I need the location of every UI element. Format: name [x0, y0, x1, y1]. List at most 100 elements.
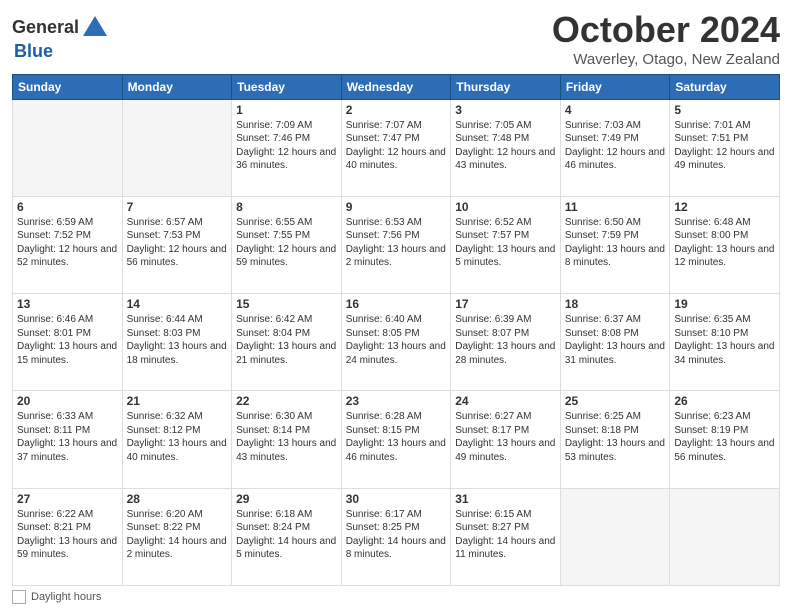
cell-info-line: Sunrise: 6:52 AM	[455, 216, 556, 230]
cell-info-line: Sunrise: 6:22 AM	[17, 508, 118, 522]
calendar-cell: 6 Sunrise: 6:59 AMSunset: 7:52 PMDaylight…	[13, 196, 123, 293]
col-header-friday: Friday	[560, 74, 670, 99]
day-number: 22	[236, 394, 337, 408]
cell-info-line: Sunset: 7:59 PM	[565, 229, 666, 243]
cell-info-line: Sunset: 7:51 PM	[674, 132, 775, 146]
calendar-cell	[13, 99, 123, 196]
day-number: 18	[565, 297, 666, 311]
cell-info-line: Sunset: 8:21 PM	[17, 521, 118, 535]
day-number: 6	[17, 200, 118, 214]
col-header-sunday: Sunday	[13, 74, 123, 99]
cell-info-line: Sunset: 7:56 PM	[346, 229, 447, 243]
cell-info-line: Daylight: 13 hours and 37 minutes.	[17, 437, 118, 464]
cell-info-line: Daylight: 13 hours and 8 minutes.	[565, 243, 666, 270]
cell-info-line: Daylight: 13 hours and 21 minutes.	[236, 340, 337, 367]
calendar-cell: 8Sunrise: 6:55 AMSunset: 7:55 PMDaylight…	[232, 196, 342, 293]
month-title: October 2024	[552, 10, 780, 50]
col-header-monday: Monday	[122, 74, 232, 99]
cell-info-line: Daylight: 13 hours and 18 minutes.	[127, 340, 228, 367]
day-number: 27	[17, 492, 118, 506]
cell-info-line: Sunrise: 6:27 AM	[455, 410, 556, 424]
cell-info-line: Sunrise: 6:50 AM	[565, 216, 666, 230]
cell-info-line: Sunrise: 6:33 AM	[17, 410, 118, 424]
cell-info-line: Sunset: 7:55 PM	[236, 229, 337, 243]
week-row-2: 6Sunrise: 6:59 AMSunset: 7:52 PMDaylight…	[13, 196, 780, 293]
cell-info-line: Sunrise: 6:32 AM	[127, 410, 228, 424]
cell-info-line: Daylight: 12 hours and 52 minutes.	[17, 243, 118, 270]
cell-info-line: Daylight: 13 hours and 12 minutes.	[674, 243, 775, 270]
calendar-cell: 15 Sunrise: 6:42 AMSunset: 8:04 PMDayligh…	[232, 294, 342, 391]
day-number: 13	[17, 297, 118, 311]
cell-info-line: Sunset: 7:52 PM	[17, 229, 118, 243]
title-block: October 2024 Waverley, Otago, New Zealan…	[552, 10, 780, 68]
cell-info-line: Sunrise: 7:01 AM	[674, 119, 775, 133]
cell-info-line: Sunrise: 6:42 AM	[236, 313, 337, 327]
cell-info-line: Sunrise: 6:37 AM	[565, 313, 666, 327]
cell-info-line: Sunset: 8:01 PM	[17, 327, 118, 341]
calendar-cell: 12Sunrise: 6:48 AMSunset: 8:00 PMDayligh…	[670, 196, 780, 293]
cell-info-line: Sunset: 7:47 PM	[346, 132, 447, 146]
cell-info-line: Sunrise: 7:03 AM	[565, 119, 666, 133]
cell-info-line: Daylight: 13 hours and 56 minutes.	[674, 437, 775, 464]
calendar-cell: 13Sunrise: 6:46 AMSunset: 8:01 PMDayligh…	[13, 294, 123, 391]
calendar-cell	[560, 488, 670, 585]
cell-info-line: Daylight: 14 hours and 11 minutes.	[455, 535, 556, 562]
calendar-cell: 29Sunrise: 6:18 AMSunset: 8:24 PMDayligh…	[232, 488, 342, 585]
cell-info-line: Daylight: 13 hours and 53 minutes.	[565, 437, 666, 464]
calendar-cell: 20 Sunrise: 6:33 AMSunset: 8:11 PMDayligh…	[13, 391, 123, 488]
calendar-cell: 14Sunrise: 6:44 AMSunset: 8:03 PMDayligh…	[122, 294, 232, 391]
calendar-cell: 22Sunrise: 6:30 AMSunset: 8:14 PMDayligh…	[232, 391, 342, 488]
day-number: 1	[236, 103, 337, 117]
day-number: 25	[565, 394, 666, 408]
cell-info-line: Daylight: 12 hours and 40 minutes.	[346, 146, 447, 173]
cell-info-line: Sunset: 8:00 PM	[674, 229, 775, 243]
cell-info-line: Daylight: 12 hours and 46 minutes.	[565, 146, 666, 173]
cell-info-line: Sunset: 8:04 PM	[236, 327, 337, 341]
cell-info-line: Sunset: 7:53 PM	[127, 229, 228, 243]
cell-info-line: Daylight: 13 hours and 43 minutes.	[236, 437, 337, 464]
calendar-cell	[670, 488, 780, 585]
day-number: 2	[346, 103, 447, 117]
cell-info-line: Daylight: 13 hours and 46 minutes.	[346, 437, 447, 464]
header-row: SundayMondayTuesdayWednesdayThursdayFrid…	[13, 74, 780, 99]
cell-info-line: Sunrise: 6:17 AM	[346, 508, 447, 522]
cell-info-line: Daylight: 14 hours and 8 minutes.	[346, 535, 447, 562]
day-number: 3	[455, 103, 556, 117]
calendar-cell: 26Sunrise: 6:23 AMSunset: 8:19 PMDayligh…	[670, 391, 780, 488]
cell-info-line: Sunrise: 6:44 AM	[127, 313, 228, 327]
week-row-1: 1Sunrise: 7:09 AMSunset: 7:46 PMDaylight…	[13, 99, 780, 196]
cell-info-line: Daylight: 13 hours and 40 minutes.	[127, 437, 228, 464]
cell-info-line: Sunrise: 7:05 AM	[455, 119, 556, 133]
calendar-cell: 16Sunrise: 6:40 AMSunset: 8:05 PMDayligh…	[341, 294, 451, 391]
cell-info-line: Daylight: 13 hours and 28 minutes.	[455, 340, 556, 367]
cell-info-line: Sunset: 8:22 PM	[127, 521, 228, 535]
cell-info-line: Sunrise: 6:48 AM	[674, 216, 775, 230]
cell-info-line: Daylight: 12 hours and 36 minutes.	[236, 146, 337, 173]
cell-info-line: Sunset: 8:19 PM	[674, 424, 775, 438]
logo-icon	[81, 14, 109, 42]
cell-info-line: Sunset: 8:11 PM	[17, 424, 118, 438]
cell-info-line: Sunrise: 6:18 AM	[236, 508, 337, 522]
day-number: 7	[127, 200, 228, 214]
cell-info-line: Sunset: 8:25 PM	[346, 521, 447, 535]
cell-info-line: Sunset: 8:14 PM	[236, 424, 337, 438]
week-row-5: 27Sunrise: 6:22 AMSunset: 8:21 PMDayligh…	[13, 488, 780, 585]
col-header-thursday: Thursday	[451, 74, 561, 99]
day-number: 4	[565, 103, 666, 117]
calendar-header: SundayMondayTuesdayWednesdayThursdayFrid…	[13, 74, 780, 99]
calendar-cell: 23Sunrise: 6:28 AMSunset: 8:15 PMDayligh…	[341, 391, 451, 488]
cell-info-line: Daylight: 14 hours and 2 minutes.	[127, 535, 228, 562]
calendar-cell: 2Sunrise: 7:07 AMSunset: 7:47 PMDaylight…	[341, 99, 451, 196]
day-number: 15	[236, 297, 337, 311]
logo: General Blue	[12, 14, 109, 62]
cell-info-line: Sunrise: 6:25 AM	[565, 410, 666, 424]
day-number: 20	[17, 394, 118, 408]
calendar-cell: 17Sunrise: 6:39 AMSunset: 8:07 PMDayligh…	[451, 294, 561, 391]
cell-info-line: Sunrise: 6:59 AM	[17, 216, 118, 230]
cell-info-line: Sunset: 8:24 PM	[236, 521, 337, 535]
cell-info-line: Daylight: 12 hours and 49 minutes.	[674, 146, 775, 173]
footer: Daylight hours	[12, 590, 780, 604]
cell-info-line: Daylight: 13 hours and 59 minutes.	[17, 535, 118, 562]
cell-info-line: Sunrise: 6:53 AM	[346, 216, 447, 230]
calendar-cell: 31Sunrise: 6:15 AMSunset: 8:27 PMDayligh…	[451, 488, 561, 585]
